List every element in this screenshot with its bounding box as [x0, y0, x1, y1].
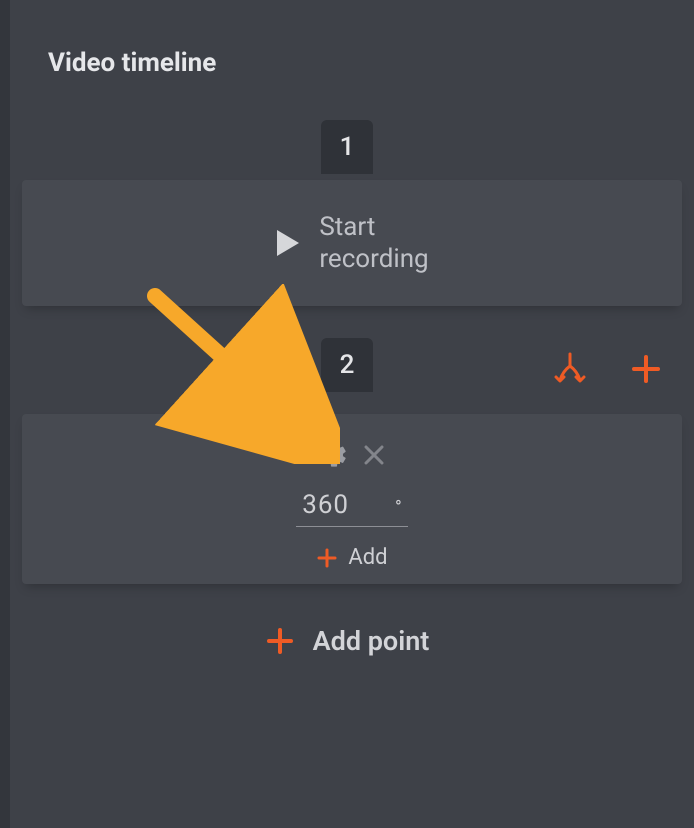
rotation-card: 360 ° Add [22, 414, 682, 584]
input-underline [296, 526, 408, 527]
step-2-actions [552, 350, 662, 388]
add-rotation-label: Add [348, 545, 387, 570]
plus-icon[interactable] [630, 353, 662, 385]
plus-big-icon [265, 626, 295, 656]
section-title: Video timeline [10, 0, 694, 78]
start-recording-card[interactable]: Start recording [22, 180, 682, 306]
play-icon [275, 228, 301, 258]
split-icon[interactable] [552, 350, 588, 388]
plus-small-icon [316, 547, 338, 569]
start-recording-label: Start recording [319, 211, 428, 276]
close-icon[interactable] [363, 444, 385, 470]
rotation-unit-label: ° [395, 497, 402, 518]
rotation-value-input[interactable]: 360 [302, 490, 349, 520]
add-point-label: Add point [313, 625, 430, 657]
timeline-panel: Video timeline 1 Start recording 2 [0, 0, 694, 828]
step-tab-2[interactable]: 2 [321, 338, 373, 392]
add-rotation-button[interactable]: Add [22, 545, 682, 570]
gear-icon[interactable] [319, 440, 349, 474]
rotation-value-row: 360 ° [22, 490, 682, 520]
step-tab-1[interactable]: 1 [321, 120, 373, 174]
add-point-button[interactable]: Add point [0, 625, 694, 657]
